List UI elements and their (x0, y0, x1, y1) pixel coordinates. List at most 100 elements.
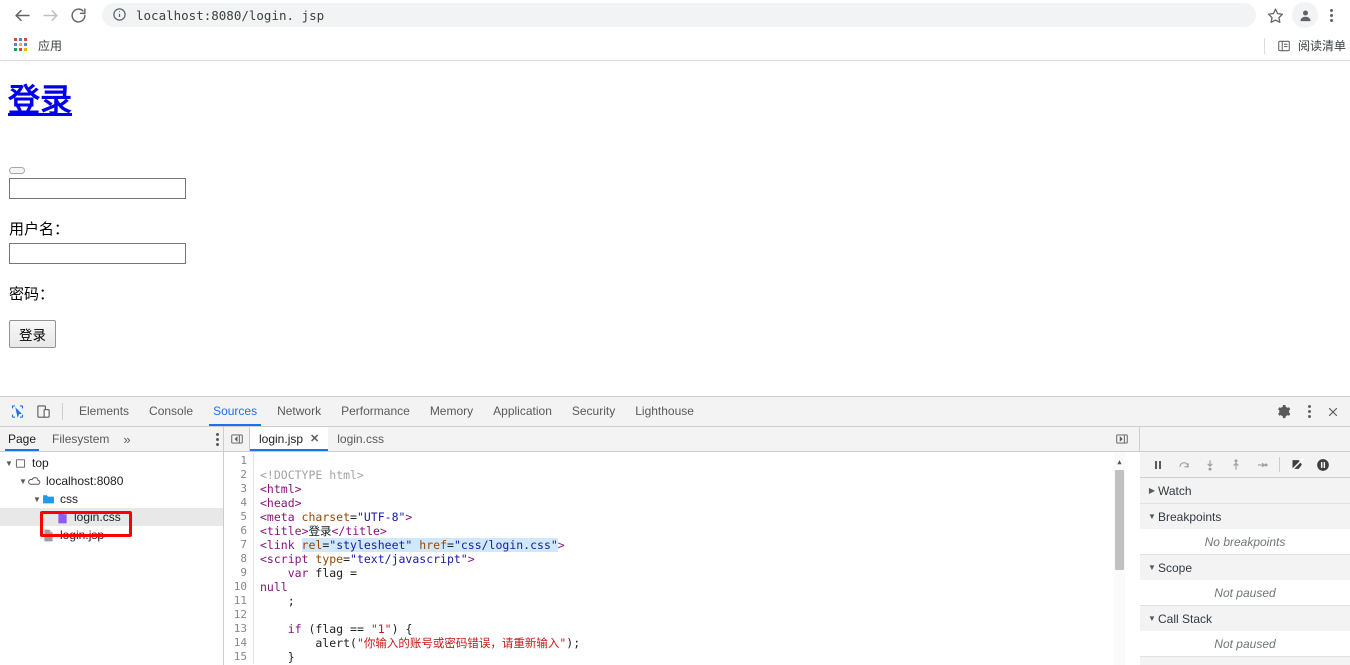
code-line[interactable]: 14 alert("你输入的账号或密码错误，请重新输入"); (224, 636, 1140, 650)
code-line[interactable]: 4 <head> (224, 496, 1140, 510)
back-arrow-icon[interactable] (8, 1, 36, 29)
devtools-tab-console[interactable]: Console (139, 397, 203, 426)
bookmark-apps-label[interactable]: 应用 (38, 37, 62, 54)
forward-arrow-icon[interactable] (36, 1, 64, 29)
section-header[interactable]: ▼ Breakpoints (1140, 504, 1350, 529)
chevron-right-icon[interactable]: ▶ (1146, 486, 1158, 495)
devtools-tab-lighthouse[interactable]: Lighthouse (625, 397, 704, 426)
step-out-icon[interactable] (1223, 453, 1249, 477)
scroll-up-icon[interactable]: ▲ (1115, 455, 1124, 469)
pause-on-exceptions-icon[interactable] (1310, 453, 1336, 477)
section-header[interactable]: ▶ XHR/fetch Breakpoints (1140, 657, 1350, 665)
file-navigator[interactable]: ▼ top ▼ localhost:8080 ▼ css login.css l… (0, 452, 224, 665)
code-line[interactable]: 1 (224, 454, 1140, 468)
debugger-section-breakpoints[interactable]: ▼ Breakpoints No breakpoints (1140, 504, 1350, 555)
tree-item-localhost[interactable]: ▼ localhost:8080 (0, 472, 223, 490)
navigator-tab-page[interactable]: Page (0, 427, 44, 451)
devtools-tab-sources[interactable]: Sources (203, 397, 267, 426)
devtools-tab-application[interactable]: Application (483, 397, 562, 426)
editor-tab-login-jsp[interactable]: login.jsp ✕ (250, 427, 329, 451)
show-debugger-icon[interactable] (1109, 432, 1135, 446)
tree-item-css-folder[interactable]: ▼ css (0, 490, 223, 508)
device-toolbar-icon[interactable] (30, 399, 56, 425)
navigator-tab-filesystem[interactable]: Filesystem (44, 427, 117, 451)
cloud-icon (28, 475, 41, 488)
code-line[interactable]: 12 (224, 608, 1140, 622)
section-empty-message: Not paused (1140, 580, 1350, 605)
apps-grid-icon[interactable] (14, 38, 28, 52)
section-header[interactable]: ▼ Scope (1140, 555, 1350, 580)
chevron-down-icon[interactable]: ▼ (1146, 614, 1158, 623)
navigator-more-icon[interactable] (216, 432, 219, 446)
editor-tab-close-icon[interactable]: ✕ (310, 427, 319, 451)
profile-avatar-icon[interactable] (1292, 2, 1318, 28)
chevron-down-icon[interactable]: ▼ (4, 459, 14, 468)
step-icon[interactable] (1249, 453, 1275, 477)
devtools-tab-elements[interactable]: Elements (69, 397, 139, 426)
code-line[interactable]: 7 <link rel="stylesheet" href="css/login.… (224, 538, 1140, 552)
address-bar-url[interactable]: localhost:8080/login. jsp (136, 8, 324, 23)
tree-item-top[interactable]: ▼ top (0, 454, 223, 472)
login-submit-button[interactable]: 登录 (9, 320, 56, 349)
code-line[interactable]: 5 <meta charset="UTF-8"> (224, 510, 1140, 524)
step-into-icon[interactable] (1197, 453, 1223, 477)
show-navigator-icon[interactable] (224, 427, 250, 451)
section-header[interactable]: ▼ Call Stack (1140, 606, 1350, 631)
code-line[interactable]: 8 <script type="text/javascript"> (224, 552, 1140, 566)
bookmark-star-icon[interactable] (1262, 2, 1288, 28)
scrollbar-thumb[interactable] (1115, 470, 1124, 570)
code-line[interactable]: 11 ; (224, 594, 1140, 608)
reload-icon[interactable] (64, 1, 92, 29)
page-info-icon[interactable] (112, 7, 128, 23)
reading-list-label[interactable]: 阅读清单 (1298, 37, 1346, 54)
close-icon[interactable] (1320, 399, 1346, 425)
line-number: 15 (224, 650, 254, 664)
chrome-menu-icon[interactable] (1320, 2, 1342, 28)
devtools-tab-network[interactable]: Network (267, 397, 331, 426)
code-line[interactable]: 10 null (224, 580, 1140, 594)
devtools-tab-performance[interactable]: Performance (331, 397, 420, 426)
section-header[interactable]: ▶ Watch (1140, 478, 1350, 503)
line-number: 12 (224, 608, 254, 622)
devtools-tab-memory[interactable]: Memory (420, 397, 483, 426)
password-input[interactable] (9, 243, 186, 265)
devtools-more-icon[interactable] (1298, 399, 1320, 425)
tree-item-label: localhost:8080 (46, 474, 124, 488)
code-text: <html> (260, 482, 302, 496)
chevron-down-icon[interactable]: ▼ (1146, 563, 1158, 572)
browser-toolbar-actions (1262, 2, 1342, 28)
reading-list-icon[interactable] (1277, 39, 1291, 53)
chevron-down-icon[interactable]: ▼ (18, 477, 28, 486)
debugger-section-xhr-breakpoints[interactable]: ▶ XHR/fetch Breakpoints (1140, 657, 1350, 665)
chevron-down-icon[interactable]: ▼ (32, 495, 42, 504)
line-number: 1 (224, 454, 254, 468)
code-line[interactable]: 9 var flag = (224, 566, 1140, 580)
pause-resume-icon[interactable] (1145, 453, 1171, 477)
chevron-down-icon[interactable]: ▼ (1146, 512, 1158, 521)
reading-list-entry[interactable]: 阅读清单 (1263, 30, 1350, 61)
username-input[interactable] (9, 178, 186, 200)
code-line[interactable]: 15 } (224, 650, 1140, 664)
debugger-section-watch[interactable]: ▶ Watch (1140, 478, 1350, 504)
devtools-tab-security[interactable]: Security (562, 397, 625, 426)
code-line[interactable]: 3 <html> (224, 482, 1140, 496)
code-line[interactable]: 2 <!DOCTYPE html> (224, 468, 1140, 482)
debugger-section-call-stack[interactable]: ▼ Call Stack Not paused (1140, 606, 1350, 657)
debugger-section-scope[interactable]: ▼ Scope Not paused (1140, 555, 1350, 606)
address-bar[interactable]: localhost:8080/login. jsp (102, 3, 1256, 27)
code-line[interactable]: 13 if (flag == "1") { (224, 622, 1140, 636)
tree-item-login-jsp[interactable]: login.jsp (0, 526, 223, 544)
editor-scrollbar[interactable]: ▲ (1114, 452, 1125, 665)
gear-icon[interactable] (1270, 399, 1296, 425)
inspect-element-icon[interactable] (4, 399, 30, 425)
deactivate-breakpoints-icon[interactable] (1284, 453, 1310, 477)
tree-item-login-css[interactable]: login.css (0, 508, 223, 526)
navigator-more-tabs-icon[interactable]: » (117, 432, 136, 447)
editor-tab-login-css[interactable]: login.css (328, 427, 393, 451)
step-over-icon[interactable] (1171, 453, 1197, 477)
page-title-login-link[interactable]: 登录 (8, 82, 72, 118)
code-editor[interactable]: 1 2 <!DOCTYPE html> 3 <html> 4 <head> 5 <met… (224, 452, 1140, 665)
code-line[interactable]: 6 <title>登录</title> (224, 524, 1140, 538)
line-number: 7 (224, 538, 254, 552)
